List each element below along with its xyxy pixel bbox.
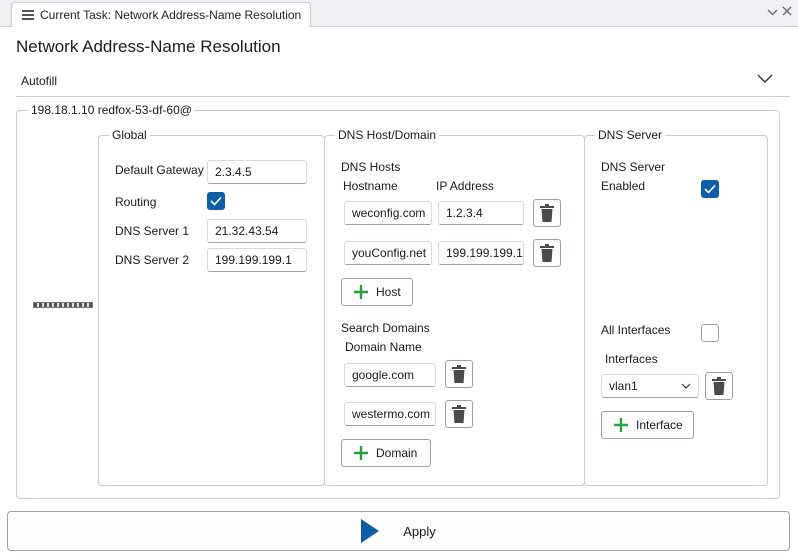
plus-icon [614,418,628,432]
add-domain-button[interactable]: Domain [341,439,431,467]
trash-icon [540,204,554,222]
apply-label: Apply [403,523,436,539]
delete-domain-button[interactable] [445,360,473,388]
delete-host-button[interactable] [533,239,561,267]
page-title: Network Address-Name Resolution [16,37,281,56]
chevron-down-icon[interactable] [757,72,773,86]
default-gateway-label: Default Gateway [115,163,204,177]
host-ip-field[interactable]: 199.199.199.1 [438,241,524,265]
add-host-button[interactable]: Host [341,278,413,306]
dns-server-2-field[interactable]: 199.199.199.1 [207,248,307,272]
all-interfaces-label: All Interfaces [601,323,671,337]
domain-field[interactable]: westermo.com [344,402,436,426]
dns-server-2-label: DNS Server 2 [115,253,190,267]
domain-field[interactable]: google.com [344,363,436,387]
interfaces-label: Interfaces [605,352,658,366]
trash-icon [540,244,554,262]
trash-icon [712,377,726,395]
host-ip-field[interactable]: 1.2.3.4 [438,201,524,225]
trash-icon [452,365,466,383]
dns-server-enabled-checkbox[interactable] [701,180,719,198]
chevron-down-icon [681,383,691,389]
domain-name-column-header: Domain Name [345,340,422,354]
apply-button[interactable]: Apply [7,511,790,551]
global-title: Global [109,128,150,142]
add-interface-label: Interface [636,418,683,432]
host-hostname-field[interactable]: weconfig.com [344,201,432,225]
trash-icon [452,405,466,423]
delete-host-button[interactable] [533,199,561,227]
chevron-down-icon[interactable] [767,5,778,19]
add-interface-button[interactable]: Interface [601,411,694,439]
hostname-column-header: Hostname [343,179,398,193]
routing-label: Routing [115,195,157,209]
interface-select[interactable]: vlan1 [601,374,699,398]
checkmark-icon [704,184,716,194]
divider [16,96,790,97]
device-image [33,302,93,308]
device-title: 198.18.1.10 redfox-53-df-60@ [28,103,195,117]
tab-title: Current Task: Network Address-Name Resol… [40,8,302,22]
add-host-label: Host [376,285,401,299]
delete-interface-button[interactable] [705,372,733,400]
host-hostname-field[interactable]: youConfig.net [344,241,432,265]
dns-server-enabled-label: DNS Server [601,160,666,174]
list-icon [22,10,34,20]
dns-server-1-field[interactable]: 21.32.43.54 [207,219,307,243]
all-interfaces-checkbox[interactable] [701,324,719,342]
dns-server-enabled-label-2: Enabled [601,179,646,193]
interface-select-value: vlan1 [609,379,638,393]
checkmark-icon [210,196,222,206]
global-groupbox [98,135,325,486]
default-gateway-field[interactable]: 2.3.4.5 [207,160,307,184]
dns-hosts-label: DNS Hosts [341,160,401,174]
dns-server-title: DNS Server [595,128,666,142]
search-domains-label: Search Domains [341,321,430,335]
dns-host-domain-title: DNS Host/Domain [335,128,440,142]
tab-current-task[interactable]: Current Task: Network Address-Name Resol… [11,2,311,27]
dns-server-1-label: DNS Server 1 [115,224,190,238]
ip-address-column-header: IP Address [436,179,494,193]
close-icon[interactable] [782,4,792,19]
delete-domain-button[interactable] [445,400,473,428]
play-icon [361,519,380,543]
plus-icon [354,446,368,460]
plus-icon [354,285,368,299]
routing-checkbox[interactable] [207,192,225,210]
autofill-expander[interactable]: Autofill [21,74,57,88]
add-domain-label: Domain [376,446,418,460]
